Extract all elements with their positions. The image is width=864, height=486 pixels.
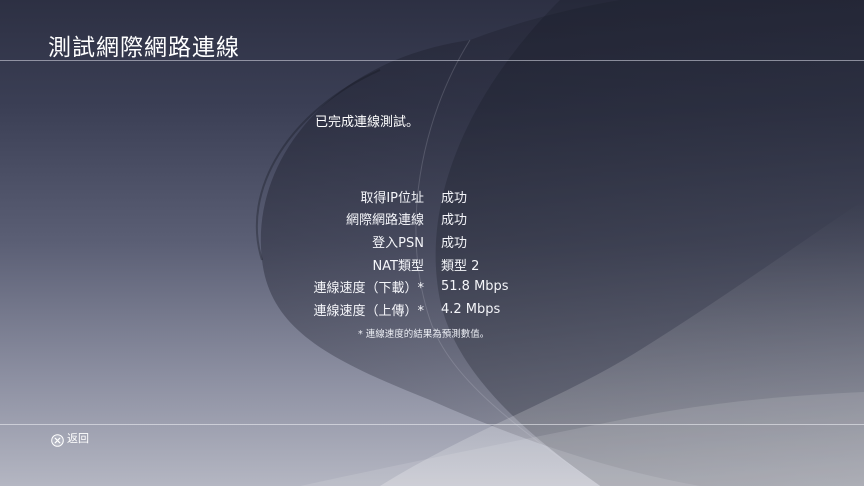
test-complete-message: 已完成連線測試。	[315, 115, 420, 130]
result-row-psn-signin: 登入PSN 成功	[230, 230, 630, 253]
result-label: 取得IP位址	[360, 190, 424, 206]
back-label: 返回	[67, 432, 89, 445]
result-value: 51.8 Mbps	[441, 279, 509, 295]
speed-footnote: * 連線速度的結果為預測數值。	[358, 329, 490, 340]
result-row-internet-connection: 網際網路連線 成功	[230, 208, 630, 231]
result-label: 網際網路連線	[345, 213, 424, 229]
result-label: NAT類型	[372, 258, 424, 274]
result-value: 成功	[441, 213, 468, 229]
result-label: 連線速度（上傳）*	[313, 303, 424, 319]
footer-divider	[0, 424, 864, 425]
back-button[interactable]: 返回	[51, 430, 89, 447]
result-row-nat-type: NAT類型 類型 2	[230, 253, 630, 276]
result-row-ip-address: 取得IP位址 成功	[230, 185, 630, 208]
cross-button-icon	[51, 432, 64, 447]
header-divider	[0, 60, 864, 61]
result-value: 4.2 Mbps	[441, 301, 501, 317]
test-results-list: 取得IP位址 成功 網際網路連線 成功 登入PSN 成功 NAT類型 類型 2 …	[230, 185, 630, 321]
header: 測試網際網路連線	[0, 0, 864, 61]
result-row-download-speed: 連線速度（下載）* 51.8 Mbps	[230, 275, 630, 298]
result-label: 連線速度（下載）*	[313, 281, 424, 297]
result-value: 類型 2	[441, 258, 480, 274]
result-label: 登入PSN	[372, 235, 424, 251]
result-value: 成功	[441, 190, 468, 206]
result-value: 成功	[441, 235, 468, 251]
result-row-upload-speed: 連線速度（上傳）* 4.2 Mbps	[230, 298, 630, 321]
page-title: 測試網際網路連線	[48, 35, 240, 61]
